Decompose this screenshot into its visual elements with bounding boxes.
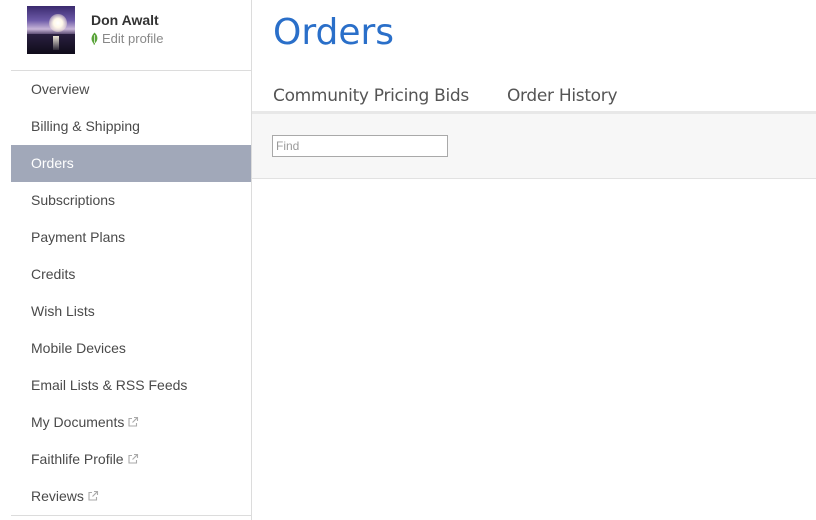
external-link-icon <box>87 479 99 516</box>
nav-divider-bottom <box>11 515 251 516</box>
sidebar-item-label: My Documents <box>31 414 125 430</box>
edit-profile-label: Edit profile <box>102 31 164 46</box>
sidebar-item-label: Orders <box>31 155 74 171</box>
sidebar-item-label: Payment Plans <box>31 229 126 245</box>
sidebar-item-my-documents[interactable]: My Documents <box>11 404 251 441</box>
external-link-icon <box>127 442 139 479</box>
external-link-icon <box>127 405 139 442</box>
account-page: Don Awalt Edit profile Overview Billing &… <box>0 0 816 520</box>
sidebar-item-label: Overview <box>31 81 90 97</box>
leaf-icon <box>90 32 99 48</box>
profile-header: Don Awalt Edit profile <box>27 6 251 54</box>
sidebar-item-overview[interactable]: Overview <box>11 71 251 108</box>
sidebar-item-label: Wish Lists <box>31 303 95 319</box>
sidebar-item-email-lists-and-rss-feeds[interactable]: Email Lists & RSS Feeds <box>11 367 251 404</box>
sidebar-item-payment-plans[interactable]: Payment Plans <box>11 219 251 256</box>
avatar-land <box>27 34 75 54</box>
tab-community-pricing-bids[interactable]: Community Pricing Bids <box>273 86 469 106</box>
sidebar-item-label: Email Lists & RSS Feeds <box>31 377 188 393</box>
avatar-sun <box>49 14 67 32</box>
avatar-reflection <box>53 36 59 50</box>
sidebar-item-subscriptions[interactable]: Subscriptions <box>11 182 251 219</box>
sidebar-nav: Overview Billing & Shipping Orders Subscrip… <box>11 71 251 515</box>
sidebar-item-label: Reviews <box>31 488 84 504</box>
sidebar-item-label: Credits <box>31 266 76 282</box>
tab-order-history[interactable]: Order History <box>507 86 618 106</box>
sidebar-item-billing-and-shipping[interactable]: Billing & Shipping <box>11 108 251 145</box>
sidebar-item-label: Billing & Shipping <box>31 118 140 134</box>
page-title: Orders <box>273 12 395 53</box>
sidebar-item-label: Faithlife Profile <box>31 451 124 467</box>
tab-bar: Community Pricing Bids Order History <box>273 86 655 110</box>
sidebar-item-mobile-devices[interactable]: Mobile Devices <box>11 330 251 367</box>
sidebar-item-label: Subscriptions <box>31 192 116 208</box>
find-input[interactable] <box>272 135 448 157</box>
sidebar-item-reviews[interactable]: Reviews <box>11 478 251 515</box>
sidebar-item-orders[interactable]: Orders <box>11 145 251 182</box>
edit-profile-link[interactable]: Edit profile <box>90 31 163 48</box>
sidebar: Don Awalt Edit profile Overview Billing &… <box>0 0 251 520</box>
sidebar-item-credits[interactable]: Credits <box>11 256 251 293</box>
avatar[interactable] <box>27 6 75 54</box>
sidebar-item-label: Mobile Devices <box>31 340 126 356</box>
profile-name: Don Awalt <box>91 12 159 28</box>
sidebar-item-wish-lists[interactable]: Wish Lists <box>11 293 251 330</box>
sidebar-divider <box>251 0 252 520</box>
sidebar-item-faithlife-profile[interactable]: Faithlife Profile <box>11 441 251 478</box>
